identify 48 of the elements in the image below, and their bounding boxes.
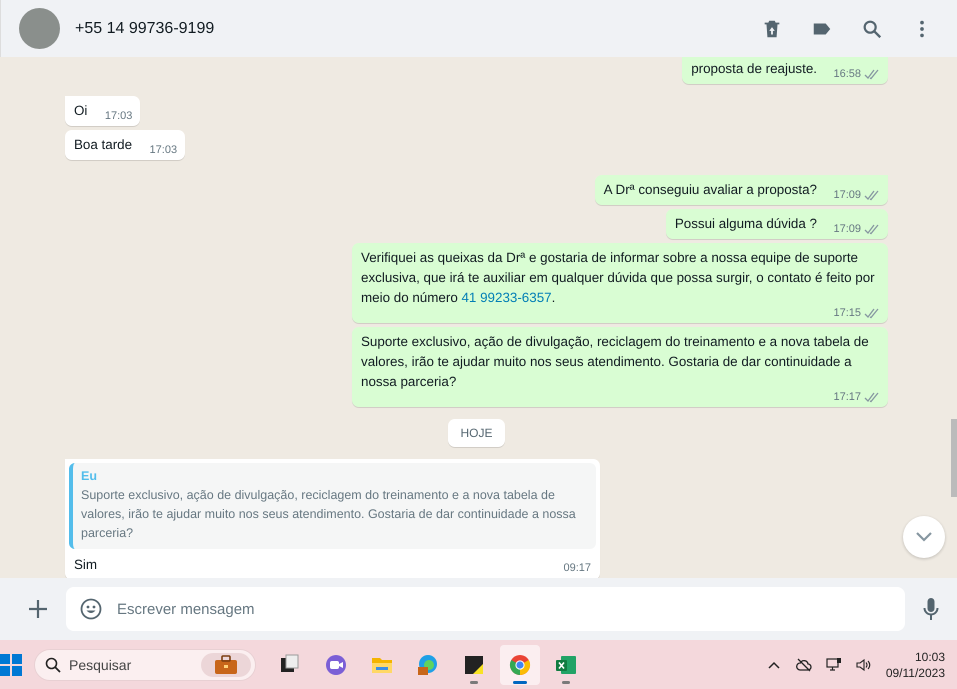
- quote-author: Eu: [81, 468, 98, 485]
- message-text: proposta de reajuste.: [691, 61, 817, 76]
- message-time: 09:17: [563, 561, 591, 575]
- message-time: 16:58: [833, 67, 861, 81]
- quote-text: Suporte exclusivo, ação de divulgação, reciclagem do treinamento e a nova tabela de valores, irão te ajudar muito nos seus atendimento. Gostaria de dar continuidade a nossa parceria?: [81, 487, 577, 542]
- message-time: 17:03: [104, 109, 132, 123]
- speaker-icon[interactable]: [856, 656, 872, 672]
- double-check-icon: [864, 308, 880, 318]
- search-icon: [45, 656, 61, 672]
- message-text: Possui alguma dúvida ?: [674, 216, 817, 231]
- double-check-icon: [864, 68, 880, 80]
- phone-link[interactable]: 41 99233-6357: [461, 290, 552, 305]
- message-time: 17:17: [833, 390, 861, 404]
- emoji-icon[interactable]: [80, 598, 102, 620]
- video-chat-icon: [324, 652, 348, 676]
- chrome-browser-icon: [508, 652, 532, 676]
- clock-time: 10:03: [914, 648, 945, 664]
- message-text: A Drª conseguiu avaliar a proposta?: [604, 182, 817, 197]
- message-text: Verifiquei as queixas da Drª e gostaria de informar sobre a nossa equipe de suporte exclusiva, que irá te auxiliar em qualquer dúvida que possa surgir, o contato é feito por meio do número 41 99233-6357.: [361, 250, 875, 305]
- clock-date: 09/11/2023: [886, 664, 945, 680]
- plus-icon[interactable]: [28, 599, 48, 619]
- quoted-message[interactable]: Eu Suporte exclusivo, ação de divulgação, reciclagem do treinamento e a nova tabela de valores, irão te ajudar muito nos seus atendimento. Gostaria de dar continuidade a nossa parceria?: [69, 463, 596, 549]
- taskbar-search-field[interactable]: Pesquisar: [34, 648, 256, 680]
- message-input[interactable]: Escrever mensagem: [66, 587, 905, 631]
- microphone-icon[interactable]: [923, 597, 939, 621]
- double-check-icon: [864, 392, 880, 402]
- browser-swirl-icon: [416, 652, 440, 676]
- taskbar-clock[interactable]: 10:03 09/11/2023: [886, 648, 945, 680]
- briefcase-icon: [214, 654, 238, 674]
- message-time: 17:03: [150, 143, 178, 157]
- double-check-icon: [864, 224, 880, 234]
- message-text: Sim: [74, 556, 98, 574]
- double-check-icon: [864, 190, 880, 200]
- windows-logo-icon[interactable]: [0, 654, 22, 676]
- message-text: Suporte exclusivo, ação de divulgação, reciclagem do treinamento e a nova tabela de valores, irão te ajudar muito nos seus atendimento. Gostaria de dar continuidade a nossa parceria?: [361, 334, 869, 389]
- contact-avatar[interactable]: [19, 8, 60, 49]
- message-text: Boa tarde: [74, 137, 132, 152]
- chevron-down-icon: [915, 531, 933, 543]
- search-icon[interactable]: [861, 18, 883, 40]
- message-time: 17:09: [833, 188, 861, 202]
- search-placeholder: Pesquisar: [69, 656, 132, 672]
- cloud-off-icon[interactable]: [796, 656, 812, 672]
- network-icon[interactable]: [826, 656, 842, 672]
- message-time: 17:15: [833, 306, 861, 320]
- scrollbar[interactable]: [951, 419, 957, 497]
- contact-name[interactable]: +55 14 99736-9199: [75, 20, 761, 38]
- message-text: Oi: [74, 103, 88, 118]
- message-time: 17:09: [833, 222, 861, 236]
